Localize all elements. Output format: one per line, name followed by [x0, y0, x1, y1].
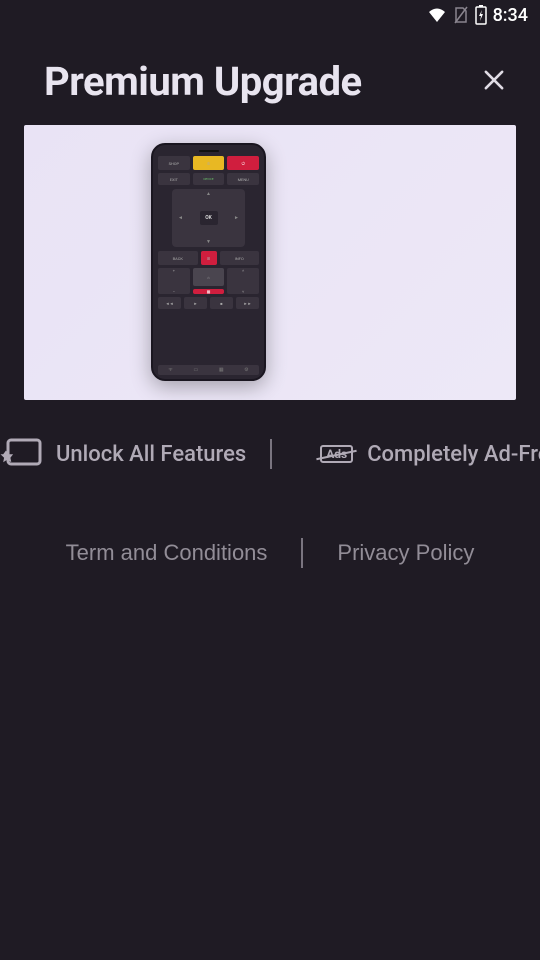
divider [301, 538, 303, 568]
phone-btn: MENU [227, 173, 259, 185]
page-title: Premium Upgrade [44, 58, 362, 105]
features-row: Unlock All Features Ads Completely Ad-Fr… [0, 400, 540, 470]
terms-link[interactable]: Term and Conditions [66, 540, 268, 566]
status-time: 8:34 [493, 5, 528, 26]
phone-btn-crown: ♔ [193, 156, 225, 170]
phone-btn-red: ⊞ [201, 251, 217, 265]
star-cast-icon [0, 438, 42, 470]
phone-ok-button: OK [200, 211, 218, 225]
close-icon [480, 66, 508, 97]
phone-btn-grid: ▦ [193, 289, 225, 294]
phone-btn-home: ⌂ [193, 268, 225, 286]
close-button[interactable] [472, 60, 516, 104]
divider [270, 439, 272, 469]
phone-btn-device: DEVICE [193, 173, 225, 185]
phone-nav-bar: ᯤ▭▦⚙ [158, 365, 259, 375]
links-row: Term and Conditions Privacy Policy [0, 470, 540, 568]
phone-dpad: ▲ ▼ ◄ ► OK [172, 189, 245, 247]
phone-mockup: SHOP ♔ ⏻ EXIT DEVICE MENU ▲ ▼ ◄ ► OK BAC… [151, 143, 266, 381]
feature-adfree: Ads Completely Ad-Free [296, 442, 540, 467]
feature-unlock-label: Unlock All Features [56, 442, 246, 467]
wifi-icon [427, 7, 447, 23]
feature-unlock: Unlock All Features [0, 438, 246, 470]
phone-btn: INFO [220, 251, 260, 265]
phone-btn-vol: +− [158, 268, 190, 294]
phone-btn-play: ► [184, 297, 207, 309]
no-ads-icon: Ads [320, 445, 353, 463]
battery-charging-icon [475, 5, 487, 25]
phone-btn: EXIT [158, 173, 190, 185]
phone-btn-stop: ■ [210, 297, 233, 309]
header: Premium Upgrade [0, 30, 540, 125]
phone-btn: SHOP [158, 156, 190, 170]
privacy-link[interactable]: Privacy Policy [337, 540, 474, 566]
status-bar: 8:34 [0, 0, 540, 30]
phone-btn-power: ⏻ [227, 156, 259, 170]
feature-adfree-label: Completely Ad-Free [367, 442, 540, 467]
phone-btn: BACK [158, 251, 198, 265]
phone-btn-ff: ►► [236, 297, 259, 309]
hero-image: SHOP ♔ ⏻ EXIT DEVICE MENU ▲ ▼ ◄ ► OK BAC… [24, 125, 516, 400]
phone-btn-ch: ˄˅ [227, 268, 259, 294]
phone-btn-rw: ◄◄ [158, 297, 181, 309]
sim-icon [453, 6, 469, 24]
